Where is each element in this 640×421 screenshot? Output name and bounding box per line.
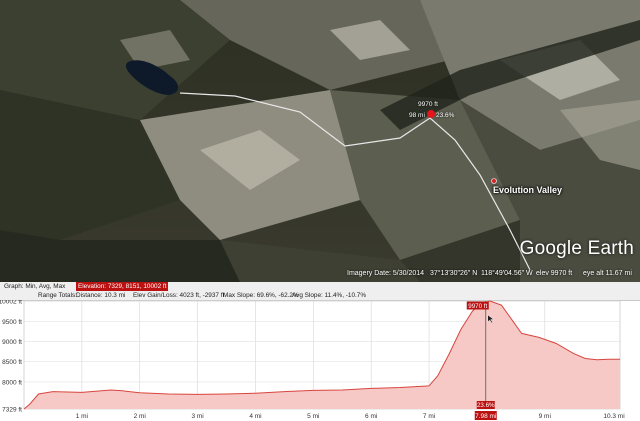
- elevation-gain-loss: Elev Gain/Loss: 4023 ft, -2937 ft: [133, 292, 225, 299]
- distance-total: Distance: 10.3 mi: [76, 292, 126, 299]
- x-tick-label: 9 mi: [539, 413, 551, 420]
- longitude-readout: 118°49'04.56" W: [481, 270, 533, 277]
- x-tick-label: 2 mi: [134, 413, 146, 420]
- position-marker[interactable]: [427, 110, 435, 118]
- place-label-evolution-valley[interactable]: Evolution Valley: [493, 185, 562, 195]
- x-tick-label: 7 mi: [423, 413, 435, 420]
- hover-elevation-label: 9970 ft: [468, 303, 487, 310]
- y-tick-label: 10002 ft: [0, 300, 22, 306]
- latitude-readout: 37°13'30"26" N: [430, 270, 478, 277]
- x-tick-label: 1 mi: [76, 413, 88, 420]
- y-tick-label: 8000 ft: [2, 379, 22, 386]
- avg-slope: Avg Slope: 11.4%, -10.7%: [292, 292, 367, 299]
- elevation-chart[interactable]: 1 mi2 mi3 mi4 mi5 mi6 mi7 mi8 mi9 mi10.3…: [0, 300, 640, 421]
- earth-map-view[interactable]: 9970 ft 98 mi 23.6% Evolution Valley Goo…: [0, 0, 640, 282]
- y-tick-label: 9000 ft: [2, 339, 22, 346]
- y-tick-label: 8500 ft: [2, 359, 22, 366]
- imagery-date: Imagery Date: 5/30/2014: [347, 270, 425, 277]
- status-bar: Imagery Date: 5/30/2014 37°13'30"26" N 1…: [0, 268, 640, 280]
- x-tick-label: 5 mi: [307, 413, 319, 420]
- x-tick-label: 6 mi: [365, 413, 377, 420]
- hover-distance-label: 7.98 mi: [475, 413, 496, 420]
- x-tick-label: 10.3 mi: [603, 413, 624, 420]
- elevation-readout: elev 9970 ft: [536, 270, 573, 277]
- range-totals-label: Range Totals:: [38, 292, 77, 299]
- hover-slope-label: 23.6%: [477, 402, 495, 409]
- x-tick-label: 3 mi: [191, 413, 203, 420]
- max-slope: Max Slope: 69.6%, -62.2%: [223, 292, 299, 299]
- google-earth-logo: Google Earth: [519, 238, 634, 259]
- y-tick-label: 9500 ft: [2, 319, 22, 326]
- graph-mode-label[interactable]: Graph: Min, Avg, Max: [4, 283, 65, 290]
- marker-slope-label: 23.6%: [436, 112, 455, 119]
- elevation-profile-panel[interactable]: Graph: Min, Avg, Max Elevation: 7329, 81…: [0, 282, 640, 421]
- place-pin-icon[interactable]: [491, 178, 497, 184]
- marker-distance-label: 98 mi: [409, 112, 425, 119]
- y-tick-label: 7329 ft: [2, 407, 22, 414]
- marker-elevation-label: 9970 ft: [418, 101, 438, 108]
- elevation-stats-badge: Elevation: 7329, 8151, 10002 ft: [76, 282, 169, 291]
- x-tick-label: 4 mi: [249, 413, 261, 420]
- eye-altitude-readout: eye alt 11.67 mi: [583, 270, 632, 277]
